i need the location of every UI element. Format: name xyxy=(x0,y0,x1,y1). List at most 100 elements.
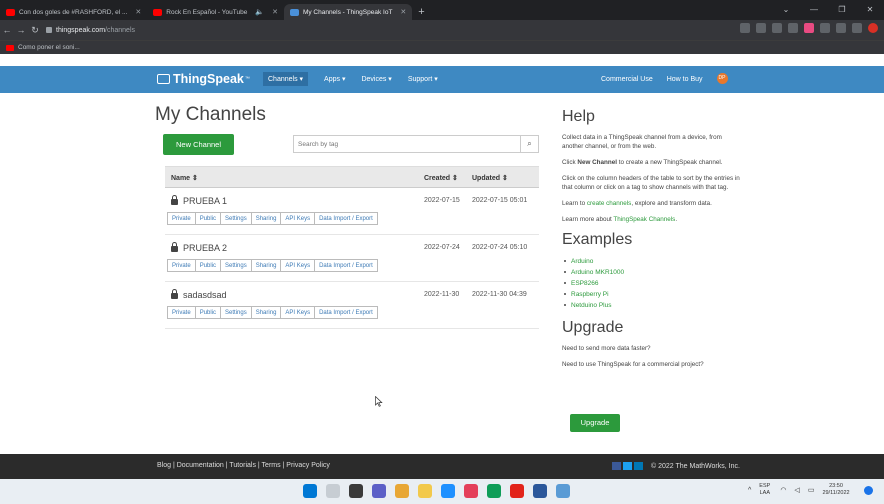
channel-name[interactable]: PRUEBA 1 xyxy=(171,195,227,206)
facebook-icon[interactable] xyxy=(612,462,621,470)
app-icon[interactable] xyxy=(510,484,524,498)
chevron-up-icon[interactable]: ^ xyxy=(748,487,751,494)
notification-icon[interactable] xyxy=(863,485,873,495)
close-window-icon[interactable]: ✕ xyxy=(856,0,884,20)
table-row: sadasdsad 2022-11-30 2022-11-30 04:39 Pr… xyxy=(165,282,539,329)
nav-channels[interactable]: Channels ▾ xyxy=(263,72,309,86)
close-tab-icon[interactable]: ✕ xyxy=(135,8,141,16)
forward-icon[interactable]: → xyxy=(14,25,28,35)
channel-name-text[interactable]: PRUEBA 2 xyxy=(183,243,227,253)
reload-icon[interactable]: ↻ xyxy=(28,25,42,36)
brand-logo[interactable]: ThingSpeak ™ xyxy=(157,72,250,86)
browser-tab-1[interactable]: Con dos goles de #RASHFORD, el ... ✕ xyxy=(0,4,147,20)
channel-name[interactable]: PRUEBA 2 xyxy=(171,242,227,253)
search-input[interactable] xyxy=(294,136,520,152)
edge-icon[interactable] xyxy=(441,484,455,498)
maximize-icon[interactable]: ❐ xyxy=(828,0,856,20)
thingspeak-channels-link[interactable]: ThingSpeak Channels xyxy=(613,216,675,223)
api-keys-button[interactable]: API Keys xyxy=(280,259,316,272)
private-button[interactable]: Private xyxy=(167,212,196,225)
share-icon[interactable] xyxy=(772,23,782,33)
reading-list-icon[interactable] xyxy=(836,23,846,33)
search-icon[interactable] xyxy=(326,484,340,498)
back-icon[interactable]: ← xyxy=(0,25,14,35)
api-keys-button[interactable]: API Keys xyxy=(280,306,316,319)
audio-icon[interactable]: 🔈 xyxy=(255,8,264,16)
clock-date: 29/11/2022 xyxy=(822,490,850,496)
header-updated[interactable]: Updated ⇕ xyxy=(472,174,508,182)
bookmark-item[interactable]: Como poner el soni... xyxy=(18,44,80,51)
api-keys-button[interactable]: API Keys xyxy=(280,212,316,225)
sharing-button[interactable]: Sharing xyxy=(250,306,282,319)
avatar[interactable]: DP xyxy=(716,73,728,84)
data-import-export-button[interactable]: Data Import / Export xyxy=(314,259,378,272)
zoom-icon[interactable] xyxy=(756,23,766,33)
example-link[interactable]: Arduino MKR1000 xyxy=(562,267,742,278)
sharing-button[interactable]: Sharing xyxy=(250,259,282,272)
header-name[interactable]: Name ⇕ xyxy=(171,174,198,182)
bookmark-star-icon[interactable] xyxy=(788,23,798,33)
wifi-icon[interactable]: ◠ xyxy=(780,486,786,494)
example-link[interactable]: ESP8266 xyxy=(562,278,742,289)
browser-tab-2[interactable]: Rock En Español - YouTube 🔈 ✕ xyxy=(147,4,284,20)
app-icon[interactable] xyxy=(533,484,547,498)
chrome-icon[interactable] xyxy=(395,484,409,498)
footer-links[interactable]: Blog | Documentation | Tutorials | Terms… xyxy=(157,462,330,469)
data-import-export-button[interactable]: Data Import / Export xyxy=(314,306,378,319)
new-channel-button[interactable]: New Channel xyxy=(163,134,234,155)
tab-search-icon[interactable]: ⌄ xyxy=(772,0,800,20)
translate-icon[interactable] xyxy=(740,23,750,33)
app-icon[interactable] xyxy=(487,484,501,498)
profile-icon[interactable] xyxy=(868,23,878,33)
browser-tab-3[interactable]: My Channels - ThingSpeak IoT ✕ xyxy=(283,4,413,20)
tab-title: Rock En Español - YouTube xyxy=(166,8,248,16)
url-field[interactable]: thingspeak.com/channels xyxy=(46,23,135,37)
sharing-button[interactable]: Sharing xyxy=(250,212,282,225)
data-import-export-button[interactable]: Data Import / Export xyxy=(314,212,378,225)
public-button[interactable]: Public xyxy=(194,212,222,225)
example-link[interactable]: Netduino Plus xyxy=(562,300,742,311)
channel-name[interactable]: sadasdsad xyxy=(171,289,227,300)
app-icon[interactable] xyxy=(464,484,478,498)
youtube-icon xyxy=(6,8,15,16)
puzzle-icon[interactable] xyxy=(820,23,830,33)
file-explorer-icon[interactable] xyxy=(418,484,432,498)
channel-name-text[interactable]: PRUEBA 1 xyxy=(183,196,227,206)
upgrade-button[interactable]: Upgrade xyxy=(570,414,620,432)
volume-icon[interactable]: ◁ xyxy=(794,486,799,494)
example-link[interactable]: Arduino xyxy=(562,256,742,267)
task-view-icon[interactable] xyxy=(349,484,363,498)
private-button[interactable]: Private xyxy=(167,259,196,272)
nav-how-to-buy[interactable]: How to Buy xyxy=(667,76,703,83)
chat-icon[interactable] xyxy=(372,484,386,498)
help-bold-text: New Channel xyxy=(577,159,617,166)
example-link[interactable]: Raspberry Pi xyxy=(562,289,742,300)
public-button[interactable]: Public xyxy=(194,259,222,272)
close-tab-icon[interactable]: ✕ xyxy=(400,8,406,16)
sidebar-icon[interactable] xyxy=(852,23,862,33)
nav-apps[interactable]: Apps ▾ xyxy=(324,75,345,86)
header-created[interactable]: Created ⇕ xyxy=(424,174,458,182)
app-icon[interactable] xyxy=(556,484,570,498)
new-tab-icon[interactable]: + xyxy=(418,6,424,18)
nav-devices[interactable]: Devices ▾ xyxy=(361,75,391,86)
close-tab-icon[interactable]: ✕ xyxy=(272,8,278,16)
settings-button[interactable]: Settings xyxy=(220,306,252,319)
create-channels-link[interactable]: create channels xyxy=(587,200,631,207)
minimize-icon[interactable]: — xyxy=(800,0,828,20)
extension-icon[interactable] xyxy=(804,23,814,33)
twitter-icon[interactable] xyxy=(623,462,632,470)
nav-support[interactable]: Support ▾ xyxy=(408,75,438,86)
language-indicator[interactable]: ESP LAA xyxy=(759,483,770,497)
settings-button[interactable]: Settings xyxy=(220,259,252,272)
channel-name-text[interactable]: sadasdsad xyxy=(183,290,227,300)
settings-button[interactable]: Settings xyxy=(220,212,252,225)
clock[interactable]: 23:50 29/11/2022 xyxy=(822,483,849,497)
start-icon[interactable] xyxy=(303,484,317,498)
search-icon[interactable]: ⌕ xyxy=(520,136,538,152)
public-button[interactable]: Public xyxy=(194,306,222,319)
linkedin-icon[interactable] xyxy=(634,462,643,470)
private-button[interactable]: Private xyxy=(167,306,196,319)
nav-commercial-use[interactable]: Commercial Use xyxy=(601,76,653,83)
battery-icon[interactable]: ▭ xyxy=(808,486,815,494)
